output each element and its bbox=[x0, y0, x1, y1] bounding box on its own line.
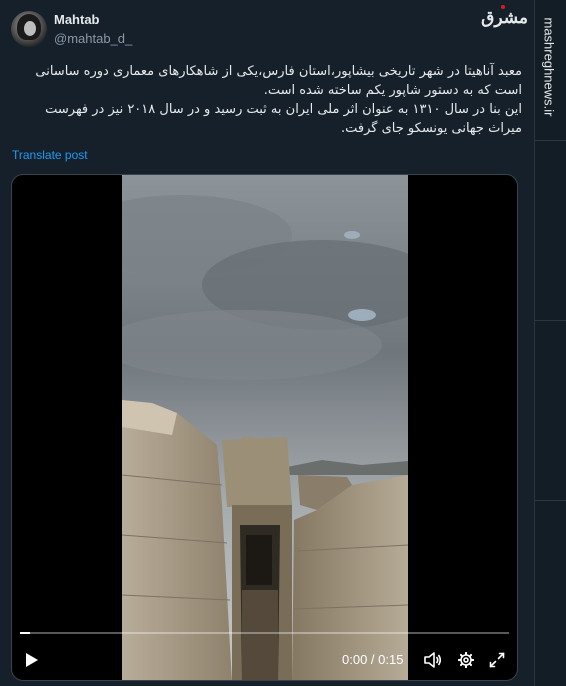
video-frame bbox=[122, 175, 408, 680]
watermark-text: mashreghnews.ir bbox=[541, 17, 557, 117]
volume-button[interactable] bbox=[422, 645, 444, 675]
gear-icon bbox=[458, 652, 474, 668]
fullscreen-icon bbox=[489, 652, 505, 668]
video-progress-fill bbox=[20, 632, 30, 634]
video-thumbnail bbox=[122, 175, 408, 680]
play-button[interactable] bbox=[22, 645, 42, 675]
author-handle[interactable]: @mahtab_d_ bbox=[54, 31, 132, 46]
side-divider bbox=[534, 140, 566, 141]
volume-icon bbox=[424, 652, 442, 668]
avatar-face bbox=[24, 21, 36, 36]
tweet-paragraph-1: معبد آناهیتا در شهر تاریخی بیشاپور،استان… bbox=[35, 64, 522, 98]
translate-post-link[interactable]: Translate post bbox=[12, 148, 88, 162]
settings-button[interactable] bbox=[455, 645, 477, 675]
video-progress-bar[interactable] bbox=[20, 632, 509, 634]
side-divider bbox=[534, 500, 566, 501]
play-icon bbox=[26, 653, 38, 667]
watermark: mashreghnews.ir bbox=[538, 8, 560, 126]
fullscreen-button[interactable] bbox=[486, 645, 508, 675]
logo-dot bbox=[501, 5, 505, 9]
avatar[interactable] bbox=[11, 11, 47, 47]
video-time: 0:00 / 0:15 bbox=[342, 652, 404, 667]
video-controls: 0:00 / 0:15 bbox=[12, 645, 517, 675]
tweet-text: معبد آناهیتا در شهر تاریخی بیشاپور،استان… bbox=[12, 62, 522, 138]
side-divider bbox=[534, 320, 566, 321]
tweet-paragraph-2: این بنا در سال ۱۳۱۰ به عنوان اثر ملی ایر… bbox=[45, 102, 522, 136]
tweet-card: Mahtab @mahtab_d_ معبد آناهیتا در شهر تا… bbox=[0, 0, 534, 686]
author-name[interactable]: Mahtab bbox=[54, 12, 100, 27]
mashregh-logo: مشرق bbox=[481, 5, 528, 38]
video-player[interactable]: 0:00 / 0:15 bbox=[11, 174, 518, 681]
logo-text: مشرق bbox=[481, 8, 528, 28]
